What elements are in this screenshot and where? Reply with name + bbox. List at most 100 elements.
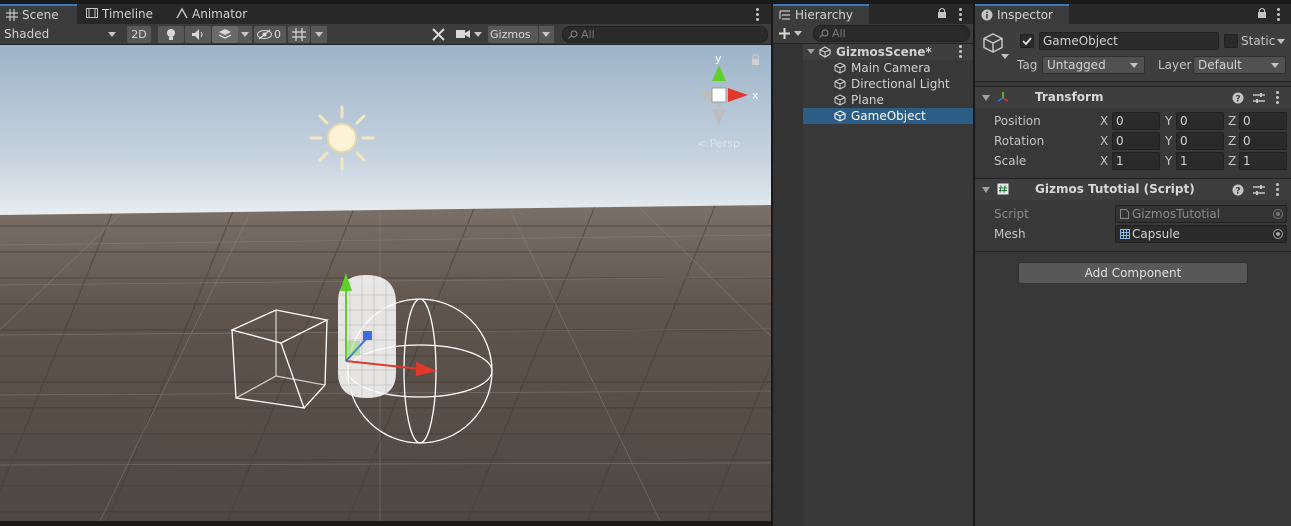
gameobject-cube-icon[interactable] bbox=[982, 32, 1004, 54]
scene-tabbar: Scene Timeline Animator bbox=[0, 0, 771, 24]
position-z-input[interactable]: 0 bbox=[1239, 112, 1287, 130]
effects-toggle-button[interactable] bbox=[212, 26, 238, 43]
eye-hidden-icon bbox=[257, 29, 272, 40]
object-picker-icon[interactable] bbox=[1273, 229, 1283, 239]
plus-icon bbox=[779, 28, 790, 39]
hierarchy-panel: Hierarchy All GizmosScene* Main Camera D… bbox=[773, 0, 973, 526]
grid-dropdown-button[interactable] bbox=[311, 26, 327, 43]
grid-snap-icon bbox=[292, 28, 306, 41]
svg-text:?: ? bbox=[1235, 95, 1240, 105]
scene-row-kebab-icon[interactable] bbox=[959, 45, 963, 59]
draw-mode-label: Shaded bbox=[4, 27, 50, 41]
hidden-objects-button[interactable]: 0 bbox=[254, 26, 286, 43]
script-menu-kebab-icon[interactable] bbox=[1276, 183, 1280, 197]
tab-timeline[interactable]: Timeline bbox=[80, 4, 168, 24]
mode-2d-button[interactable]: 2D bbox=[127, 26, 151, 43]
preset-sliders-icon[interactable] bbox=[1253, 92, 1265, 104]
add-component-button[interactable]: Add Component bbox=[1018, 262, 1248, 284]
expand-arrow-icon[interactable] bbox=[807, 49, 815, 54]
gizmos-dropdown-button[interactable] bbox=[539, 26, 554, 43]
fold-arrow-icon[interactable] bbox=[982, 187, 990, 193]
lock-icon[interactable] bbox=[937, 7, 947, 19]
lighting-toggle-button[interactable] bbox=[158, 26, 184, 43]
tools-button[interactable] bbox=[428, 26, 450, 43]
effects-dropdown-button[interactable] bbox=[238, 26, 252, 43]
scale-z-input[interactable]: 1 bbox=[1239, 152, 1287, 170]
icon-dropdown-arrow-icon[interactable] bbox=[1001, 54, 1009, 59]
hierarchy-item-gameobject[interactable]: GameObject bbox=[773, 108, 973, 124]
list-icon bbox=[779, 10, 790, 20]
rotation-x-input[interactable]: 0 bbox=[1112, 132, 1160, 150]
lock-icon[interactable] bbox=[1257, 7, 1267, 19]
scale-x-input[interactable]: 1 bbox=[1112, 152, 1160, 170]
info-icon bbox=[981, 9, 993, 21]
fold-arrow-icon[interactable] bbox=[982, 95, 990, 101]
directional-light-icon[interactable] bbox=[309, 105, 375, 171]
scale-y-input[interactable]: 1 bbox=[1176, 152, 1224, 170]
svg-text:?: ? bbox=[1235, 187, 1240, 197]
grid-toggle-button[interactable] bbox=[288, 26, 310, 43]
hierarchy-item-directional-light[interactable]: Directional Light bbox=[773, 76, 973, 92]
create-button[interactable] bbox=[777, 25, 805, 42]
active-checkbox[interactable] bbox=[1020, 34, 1034, 48]
axis-x-label: X bbox=[1100, 114, 1109, 128]
layer-label: Layer bbox=[1158, 58, 1192, 72]
gameobject-cube-icon bbox=[834, 110, 846, 122]
tag-dropdown[interactable]: Untagged bbox=[1042, 56, 1145, 74]
tab-inspector[interactable]: Inspector bbox=[975, 4, 1069, 24]
static-dropdown-arrow-icon[interactable] bbox=[1277, 39, 1285, 44]
hierarchy-item-plane[interactable]: Plane bbox=[773, 92, 973, 108]
chevron-down-icon bbox=[241, 32, 249, 37]
scene-search-input[interactable]: All bbox=[562, 26, 768, 43]
axis-x-label: X bbox=[1100, 154, 1109, 168]
projection-label[interactable]: < Persp bbox=[697, 137, 740, 150]
help-icon[interactable]: ? bbox=[1232, 184, 1244, 196]
object-name-input[interactable]: GameObject bbox=[1039, 32, 1219, 50]
script-label: Script bbox=[994, 207, 1029, 221]
mesh-object-field[interactable]: Capsule bbox=[1115, 225, 1287, 243]
hierarchy-item-label: Directional Light bbox=[851, 77, 950, 91]
scene-viewport[interactable]: y x < Persp bbox=[0, 45, 771, 521]
axis-z-label: Z bbox=[1228, 154, 1237, 168]
center-cube-icon[interactable] bbox=[711, 87, 727, 103]
help-icon[interactable]: ? bbox=[1232, 92, 1244, 104]
animator-icon bbox=[176, 7, 188, 19]
film-icon bbox=[86, 8, 98, 18]
rotation-y-input[interactable]: 0 bbox=[1176, 132, 1224, 150]
layer-dropdown[interactable]: Default bbox=[1193, 56, 1286, 74]
unity-scene-icon bbox=[819, 46, 831, 58]
scene-row[interactable]: GizmosScene* bbox=[773, 44, 973, 60]
tag-label: Tag bbox=[1017, 58, 1038, 72]
scene-search-placeholder: All bbox=[581, 28, 595, 41]
transform-header[interactable]: Transform ? bbox=[975, 86, 1291, 108]
camera-button[interactable] bbox=[454, 26, 486, 43]
gameobject-cube-icon bbox=[834, 62, 846, 74]
speaker-icon bbox=[192, 29, 203, 40]
tab-animator[interactable]: Animator bbox=[170, 4, 260, 24]
chevron-down-icon bbox=[1130, 63, 1138, 68]
gizmos-button[interactable]: Gizmos bbox=[488, 26, 538, 43]
hierarchy-menu-kebab-icon[interactable] bbox=[959, 8, 963, 22]
z-axis-cap-icon[interactable] bbox=[363, 331, 372, 340]
tab-hierarchy[interactable]: Hierarchy bbox=[773, 4, 869, 24]
scene-menu-kebab-icon[interactable] bbox=[756, 8, 760, 22]
position-x-input[interactable]: 0 bbox=[1112, 112, 1160, 130]
draw-mode-dropdown[interactable]: Shaded bbox=[0, 26, 120, 43]
preset-sliders-icon[interactable] bbox=[1253, 184, 1265, 196]
static-checkbox[interactable] bbox=[1224, 34, 1238, 48]
scene-view-canvas[interactable]: y x < Persp bbox=[0, 45, 771, 521]
plane-handle[interactable] bbox=[346, 341, 360, 355]
position-y-input[interactable]: 0 bbox=[1176, 112, 1224, 130]
hierarchy-tabbar: Hierarchy bbox=[773, 0, 973, 24]
script-component-header[interactable]: Gizmos Tutotial (Script) ? bbox=[975, 178, 1291, 200]
hierarchy-search-input[interactable]: All bbox=[813, 25, 970, 42]
inspector-menu-kebab-icon[interactable] bbox=[1277, 8, 1281, 22]
position-label: Position bbox=[994, 114, 1041, 128]
rotation-z-input[interactable]: 0 bbox=[1239, 132, 1287, 150]
component-separator bbox=[975, 251, 1291, 252]
audio-toggle-button[interactable] bbox=[185, 26, 211, 43]
tab-scene[interactable]: Scene bbox=[0, 4, 77, 24]
tag-value: Untagged bbox=[1047, 58, 1106, 72]
transform-menu-kebab-icon[interactable] bbox=[1276, 91, 1280, 105]
hierarchy-item-main-camera[interactable]: Main Camera bbox=[773, 60, 973, 76]
